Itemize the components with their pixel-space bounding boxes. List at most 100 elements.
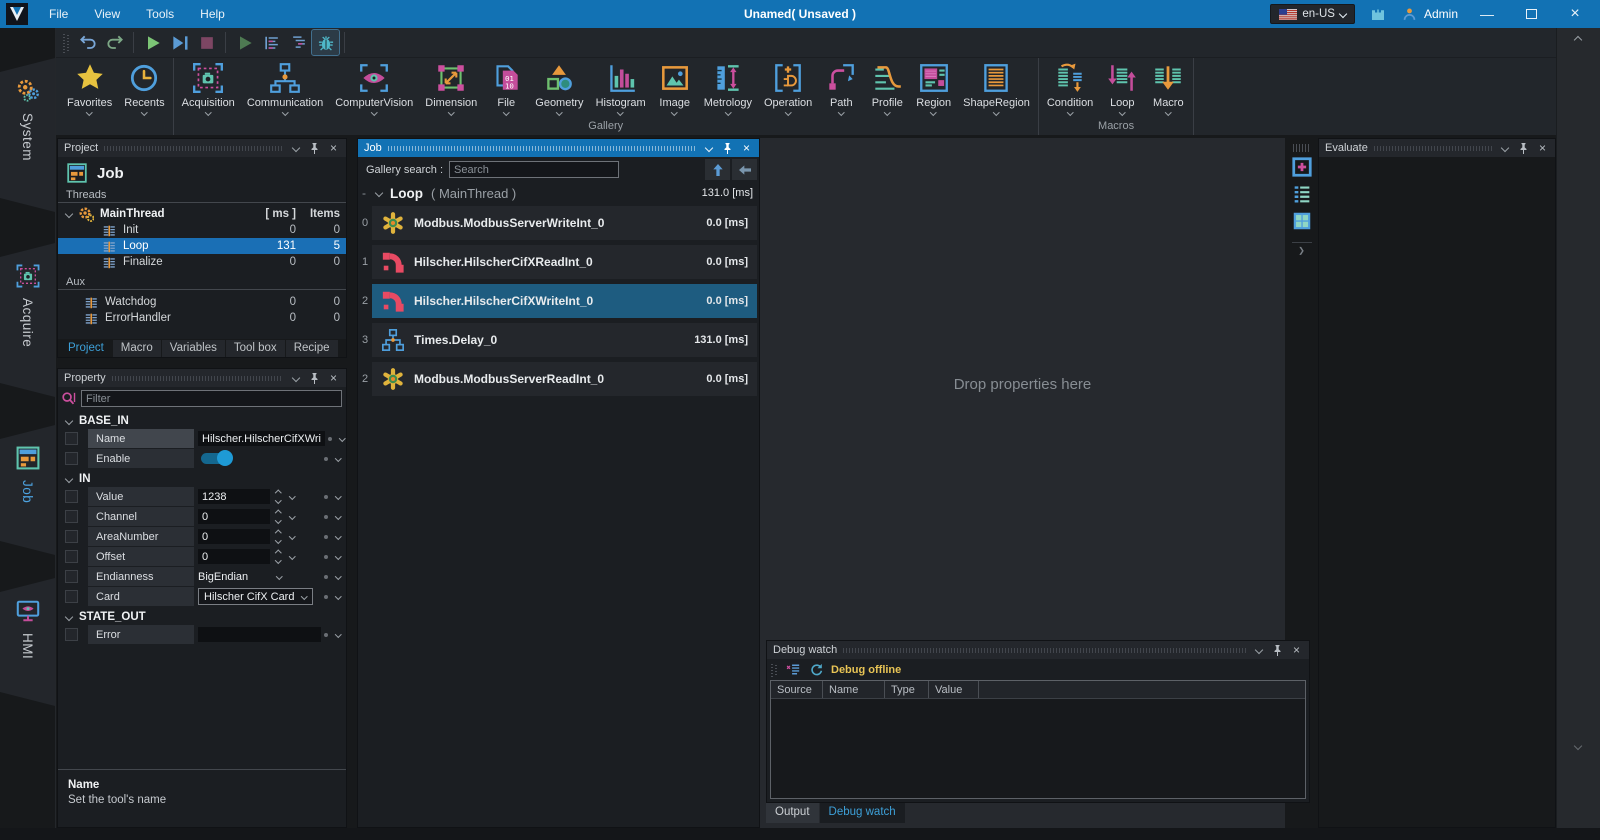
property-row-areanumber[interactable]: AreaNumber 0 [58, 527, 346, 546]
number-input[interactable]: 0 [198, 549, 270, 564]
list-button[interactable] [1290, 182, 1314, 206]
add-watch-icon[interactable] [785, 662, 802, 677]
dropdown-select[interactable]: Hilscher CifX Card [198, 588, 313, 605]
property-group-state-out[interactable]: STATE_OUT [58, 608, 346, 625]
list-indent-button[interactable] [285, 30, 312, 55]
close-icon[interactable]: × [1536, 142, 1549, 155]
binding-dot-icon[interactable] [324, 457, 328, 461]
ribbon-item-geometry[interactable]: Geometry [529, 61, 589, 115]
watch-column-source[interactable]: Source [771, 681, 823, 698]
property-checkbox[interactable] [65, 628, 78, 641]
close-icon[interactable]: × [327, 142, 340, 155]
step-button[interactable] [166, 30, 193, 55]
property-panel-header[interactable]: Property × [58, 369, 346, 387]
chevron-down-icon[interactable] [335, 533, 341, 539]
refresh-icon[interactable] [809, 662, 824, 677]
ribbon-item-condition[interactable]: Condition [1041, 61, 1099, 115]
menu-tools[interactable]: Tools [133, 7, 187, 21]
property-checkbox[interactable] [65, 510, 78, 523]
menu-help[interactable]: Help [187, 7, 238, 21]
sidebar-tab-acquire[interactable]: Acquire [0, 243, 55, 397]
ribbon-item-metrology[interactable]: Metrology [698, 61, 758, 115]
property-row-offset[interactable]: Offset 0 [58, 547, 346, 566]
ribbon-item-image[interactable]: Image [652, 61, 698, 115]
property-row-error[interactable]: Error [58, 625, 346, 644]
property-group-in[interactable]: IN [58, 470, 346, 487]
chevron-down-icon[interactable] [1498, 142, 1511, 155]
chevron-down-icon[interactable] [702, 142, 715, 155]
plugin-icon[interactable] [1369, 5, 1387, 23]
toggle-switch[interactable] [201, 453, 231, 464]
menu-file[interactable]: File [36, 7, 81, 21]
aux-row-errorhandler[interactable]: ErrorHandler 0 0 [58, 310, 346, 326]
chevron-down-icon[interactable] [289, 513, 295, 519]
ribbon-item-path[interactable]: Path [818, 61, 864, 115]
spinner-control[interactable] [273, 491, 283, 502]
job-item-hilscher-hilschercifxwriteint-0[interactable]: 2 Hilscher.HilscherCifXWriteInt_0 0.0 [m… [358, 284, 757, 318]
property-checkbox[interactable] [65, 452, 78, 465]
ribbon-item-communication[interactable]: Communication [241, 61, 329, 115]
collapse-handle[interactable]: - [360, 186, 368, 200]
spinner-control[interactable] [273, 531, 283, 542]
ribbon-item-favorites[interactable]: Favorites [61, 61, 118, 115]
close-icon[interactable]: × [327, 372, 340, 385]
property-row-channel[interactable]: Channel 0 [58, 507, 346, 526]
expand-panel-icon[interactable] [1574, 742, 1582, 750]
pin-icon[interactable] [1271, 644, 1284, 657]
maximize-button[interactable] [1516, 6, 1546, 22]
property-checkbox[interactable] [65, 490, 78, 503]
ribbon-item-file[interactable]: 0110 File [483, 61, 529, 115]
pin-icon[interactable] [1517, 142, 1530, 155]
ribbon-item-operation[interactable]: Operation [758, 61, 818, 115]
minimize-button[interactable]: — [1472, 6, 1502, 22]
property-row-name[interactable]: Name Hilscher.HilscherCifXWri [58, 429, 346, 448]
debug-button[interactable] [312, 30, 339, 55]
sidebar-tab-job[interactable]: Job [0, 425, 55, 555]
number-input[interactable]: 1238 [198, 489, 270, 504]
property-checkbox[interactable] [65, 570, 78, 583]
ribbon-item-computervision[interactable]: ComputerVision [329, 61, 419, 115]
close-icon[interactable]: × [1290, 644, 1303, 657]
job-panel-header[interactable]: Job × [358, 139, 759, 157]
job-item-times-delay-0[interactable]: 3 Times.Delay_0 131.0 [ms] [358, 323, 757, 357]
ribbon-item-profile[interactable]: Profile [864, 61, 910, 115]
chevron-down-icon[interactable] [289, 372, 302, 385]
spinner-control[interactable] [273, 511, 283, 522]
close-button[interactable]: × [1560, 5, 1590, 23]
chevron-down-icon[interactable] [335, 553, 341, 559]
chevron-down-icon[interactable] [335, 513, 341, 519]
chevron-down-icon[interactable] [1252, 644, 1265, 657]
list-view-button[interactable] [258, 30, 285, 55]
pin-icon[interactable] [721, 142, 734, 155]
project-tab-variables[interactable]: Variables [162, 340, 225, 357]
chevron-down-icon[interactable] [339, 435, 345, 441]
binding-dot-icon[interactable] [324, 633, 328, 637]
ribbon-item-histogram[interactable]: Histogram [590, 61, 652, 115]
user-account[interactable]: Admin [1401, 6, 1458, 23]
redo-button[interactable] [101, 30, 128, 55]
thread-root-row[interactable]: MainThread [ ms ] Items [58, 206, 346, 222]
text-input[interactable]: Hilscher.HilscherCifXWri [198, 431, 325, 446]
chevron-down-icon[interactable] [289, 533, 295, 539]
binding-dot-icon[interactable] [324, 575, 328, 579]
binding-dot-icon[interactable] [324, 555, 328, 559]
toolbar-grip[interactable] [1293, 144, 1311, 152]
watch-column-type[interactable]: Type [885, 681, 929, 698]
dock-tab-output[interactable]: Output [766, 803, 819, 823]
chevron-down-icon[interactable] [276, 573, 282, 579]
overflow-icon[interactable]: ❯ [1298, 246, 1305, 255]
pin-icon[interactable] [308, 142, 321, 155]
number-input[interactable]: 0 [198, 509, 270, 524]
ribbon-item-region[interactable]: Region [910, 61, 957, 115]
chevron-down-icon[interactable] [289, 553, 295, 559]
language-selector[interactable]: en-US [1270, 4, 1355, 24]
move-up-button[interactable] [705, 159, 730, 180]
ribbon-item-macro[interactable]: Macro [1145, 61, 1191, 115]
binding-dot-icon[interactable] [324, 515, 328, 519]
project-tab-recipe[interactable]: Recipe [286, 340, 338, 357]
chevron-down-icon[interactable] [289, 142, 302, 155]
toolbar-grip[interactable] [771, 663, 778, 677]
go-back-button[interactable] [732, 159, 757, 180]
chevron-down-icon[interactable] [375, 189, 383, 197]
sidebar-tab-system[interactable]: System [0, 58, 55, 212]
